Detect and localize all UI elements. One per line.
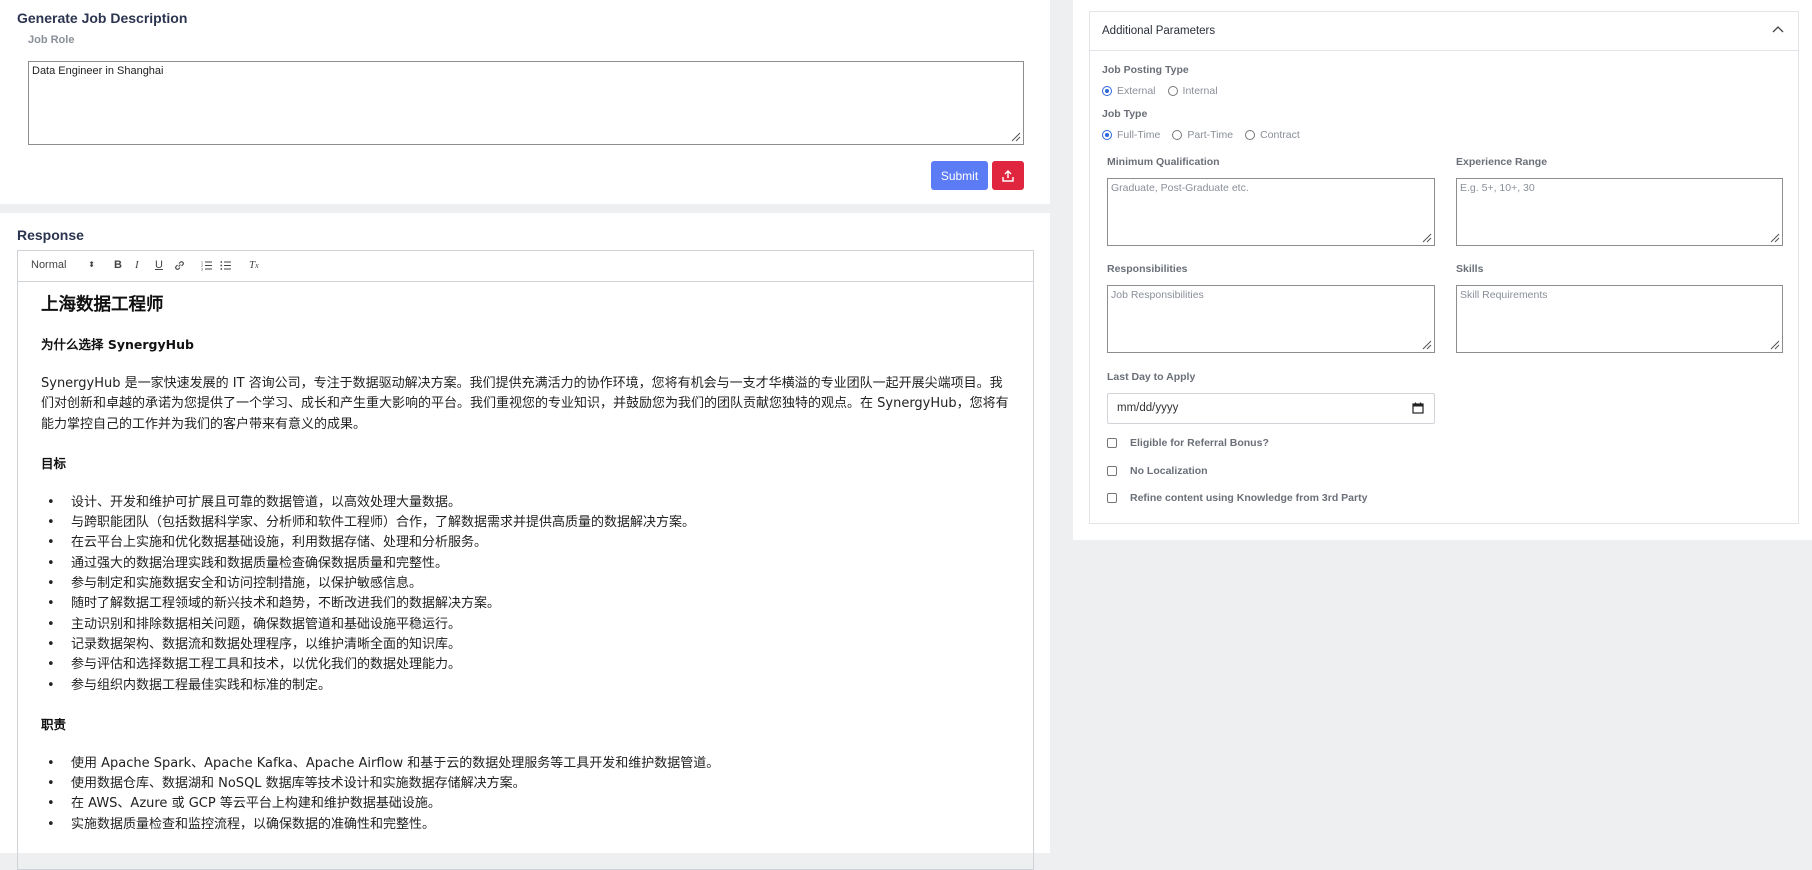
resize-grip-icon[interactable] — [1422, 340, 1432, 350]
generate-card: Generate Job Description Job Role Data E… — [0, 0, 1050, 204]
clear-format-icon[interactable]: Tx — [249, 259, 259, 271]
chevron-updown-icon: ⬍ — [88, 260, 95, 269]
list-item: 设计、开发和维护可扩展且可靠的数据管道，以高效处理大量数据。 — [41, 493, 1010, 514]
min-qualification-input[interactable]: Graduate, Post-Graduate etc. — [1107, 178, 1435, 246]
responsibilities-placeholder: Job Responsibilities — [1111, 289, 1204, 301]
calendar-icon[interactable] — [1412, 402, 1424, 414]
checkbox-icon — [1107, 466, 1117, 476]
radio-label: Part-Time — [1187, 129, 1234, 141]
list-item: 在 AWS、Azure 或 GCP 等云平台上构建和维护数据基础设施。 — [41, 794, 1010, 815]
responsibilities-input[interactable]: Job Responsibilities — [1107, 285, 1435, 353]
skills-label: Skills — [1456, 263, 1484, 275]
format-select-value: Normal — [31, 259, 67, 271]
radio-label: External — [1117, 85, 1156, 97]
bullet-list-icon[interactable] — [220, 260, 232, 274]
duties-list: 使用 Apache Spark、Apache Kafka、Apache Airf… — [41, 754, 1010, 835]
job-type-group: Full-Time Part-Time Contract — [1102, 129, 1312, 141]
list-item: 参与制定和实施数据安全和访问控制措施，以保护敏感信息。 — [41, 574, 1010, 595]
referral-bonus-checkbox[interactable]: Eligible for Referral Bonus? — [1107, 437, 1269, 449]
referral-bonus-label: Eligible for Referral Bonus? — [1130, 437, 1269, 449]
list-item: 随时了解数据工程领域的新兴技术和趋势，不断改进我们的数据解决方案。 — [41, 594, 1010, 615]
generate-title: Generate Job Description — [17, 10, 188, 26]
left-panel: Generate Job Description Job Role Data E… — [0, 0, 1050, 870]
posting-type-group: External Internal — [1102, 85, 1230, 97]
last-day-label: Last Day to Apply — [1107, 371, 1196, 383]
list-item: 记录数据架构、数据流和数据处理程序，以维护清晰全面的知识库。 — [41, 635, 1010, 656]
bold-icon[interactable]: B — [114, 259, 122, 271]
no-localization-checkbox[interactable]: No Localization — [1107, 465, 1208, 477]
list-item: 主动识别和排除数据相关问题，确保数据管道和基础设施平稳运行。 — [41, 615, 1010, 636]
refine-content-label: Refine content using Knowledge from 3rd … — [1130, 492, 1368, 504]
list-item: 参与评估和选择数据工程工具和技术，以优化我们的数据处理能力。 — [41, 655, 1010, 676]
resize-grip-icon[interactable] — [1770, 233, 1780, 243]
underline-icon[interactable]: U — [155, 259, 163, 271]
rich-text-editor[interactable]: Normal ⬍ B I U 123 Tx 上海数据工程师 为什么选择 Syne… — [17, 250, 1034, 870]
accordion-title: Additional Parameters — [1102, 25, 1216, 37]
min-qualification-placeholder: Graduate, Post-Graduate etc. — [1111, 182, 1249, 194]
no-localization-label: No Localization — [1130, 465, 1208, 477]
chevron-up-icon[interactable] — [1772, 24, 1784, 36]
link-icon[interactable] — [174, 260, 185, 274]
last-day-date-input[interactable]: mm/dd/yyyy — [1107, 393, 1435, 424]
format-select[interactable]: Normal ⬍ — [31, 259, 95, 271]
svg-text:3: 3 — [201, 268, 203, 272]
list-item: 使用 Apache Spark、Apache Kafka、Apache Airf… — [41, 754, 1010, 775]
posting-type-label: Job Posting Type — [1102, 64, 1189, 76]
radio-internal[interactable]: Internal — [1167, 85, 1218, 97]
duties-title: 职责 — [41, 716, 67, 732]
why-text: SynergyHub 是一家快速发展的 IT 咨询公司，专注于数据驱动解决方案。… — [41, 376, 1009, 432]
date-placeholder: mm/dd/yyyy — [1117, 402, 1179, 414]
radio-icon — [1245, 130, 1256, 140]
editor-toolbar: Normal ⬍ B I U 123 Tx — [18, 251, 1033, 282]
goals-list: 设计、开发和维护可扩展且可靠的数据管道，以高效处理大量数据。 与跨职能团队（包括… — [41, 493, 1010, 696]
radio-icon — [1172, 130, 1183, 140]
list-item: 与跨职能团队（包括数据科学家、分析师和软件工程师）合作，了解数据需求并提供高质量… — [41, 513, 1010, 534]
submit-button[interactable]: Submit — [931, 161, 988, 190]
list-item: 使用数据仓库、数据湖和 NoSQL 数据库等技术设计和实施数据存储解决方案。 — [41, 774, 1010, 795]
experience-range-input[interactable]: E.g. 5+, 10+, 30 — [1456, 178, 1783, 246]
resize-grip-icon[interactable] — [1422, 233, 1432, 243]
radio-label: Internal — [1182, 85, 1218, 97]
radio-selected-icon — [1102, 86, 1112, 96]
why-title: 为什么选择 SynergyHub — [41, 337, 194, 352]
min-qualification-label: Minimum Qualification — [1107, 156, 1220, 168]
accordion-header[interactable]: Additional Parameters — [1090, 12, 1798, 51]
radio-label: Contract — [1260, 129, 1300, 141]
experience-range-label: Experience Range — [1456, 156, 1548, 168]
responsibilities-label: Responsibilities — [1107, 263, 1188, 275]
list-item: 通过强大的数据治理实践和数据质量检查确保数据质量和完整性。 — [41, 554, 1010, 575]
editor-content[interactable]: 上海数据工程师 为什么选择 SynergyHub SynergyHub 是一家快… — [18, 282, 1033, 865]
upload-icon — [1002, 169, 1014, 182]
skills-placeholder: Skill Requirements — [1460, 289, 1548, 301]
radio-full-time[interactable]: Full-Time — [1102, 129, 1160, 141]
experience-range-placeholder: E.g. 5+, 10+, 30 — [1460, 182, 1535, 194]
response-title: Response — [17, 227, 84, 243]
ordered-list-icon[interactable]: 123 — [201, 260, 213, 274]
list-item: 在云平台上实施和优化数据基础设施，利用数据存储、处理和分析服务。 — [41, 533, 1010, 554]
radio-contract[interactable]: Contract — [1245, 129, 1300, 141]
response-heading: 上海数据工程师 — [41, 295, 164, 315]
radio-selected-icon — [1102, 130, 1112, 140]
goals-title: 目标 — [41, 455, 67, 471]
refine-content-checkbox[interactable]: Refine content using Knowledge from 3rd … — [1107, 492, 1367, 504]
checkbox-icon — [1107, 493, 1117, 503]
radio-label: Full-Time — [1117, 129, 1161, 141]
radio-icon — [1167, 86, 1178, 96]
radio-external[interactable]: External — [1102, 85, 1156, 97]
export-button[interactable] — [992, 161, 1024, 190]
italic-icon[interactable]: I — [135, 259, 139, 271]
response-card: Response Normal ⬍ B I U 123 Tx 上海数据工程师 为… — [0, 213, 1050, 870]
resize-grip-icon[interactable] — [1011, 132, 1021, 142]
job-role-value: Data Engineer in Shanghai — [32, 65, 164, 77]
resize-grip-icon[interactable] — [1770, 340, 1780, 350]
radio-part-time[interactable]: Part-Time — [1172, 129, 1233, 141]
job-role-input[interactable]: Data Engineer in Shanghai — [28, 61, 1024, 145]
skills-input[interactable]: Skill Requirements — [1456, 285, 1783, 353]
list-item: 实施数据质量检查和监控流程，以确保数据的准确性和完整性。 — [41, 815, 1010, 836]
job-role-label: Job Role — [28, 34, 75, 46]
checkbox-icon — [1107, 438, 1117, 448]
list-item: 参与组织内数据工程最佳实践和标准的制定。 — [41, 676, 1010, 697]
job-type-label: Job Type — [1102, 108, 1148, 120]
